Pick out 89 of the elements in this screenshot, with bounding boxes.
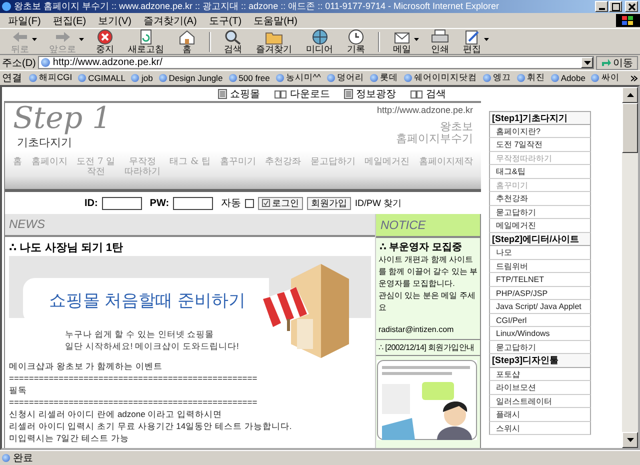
- sidebar-item[interactable]: PHP/ASP/JSP: [489, 286, 591, 300]
- menu-item[interactable]: 즐겨찾기(A): [137, 14, 203, 28]
- links-label: 연결: [2, 72, 22, 85]
- sidebar-item[interactable]: 라이브모션: [489, 381, 591, 394]
- banner-text: 누구나 쉽게 할 수 있는 인터넷 쇼핑몰: [65, 328, 216, 340]
- sidebar-item[interactable]: 추천강좌: [489, 192, 591, 206]
- link-button[interactable]: Design Jungle: [154, 73, 225, 83]
- logo-subtitle: 기초다지기: [17, 136, 73, 150]
- sidebar-item[interactable]: Java Script/ Java Applet: [489, 300, 591, 314]
- site-url: http://www.adzone.pe.kr: [376, 105, 473, 115]
- menu-item[interactable]: 편집(E): [46, 14, 92, 28]
- link-button[interactable]: 쉐어이미지닷컴: [400, 72, 479, 84]
- shop-banner[interactable]: 쇼핑몰 처음할때 준비하기 누구나 쉽게 할 수 있는 인터넷 쇼핑몰 일단 시작하세요! 메이크샵이 도와드립니다!: [9, 256, 372, 356]
- sidebar-item[interactable]: 나모: [489, 246, 591, 260]
- top-nav-link[interactable]: 정보광장: [344, 87, 396, 101]
- toolbar-button[interactable]: 중지: [93, 29, 117, 54]
- banner-text: 일단 시작하세요! 메이크샵이 도와드립니다!: [65, 340, 239, 352]
- toolbar-button[interactable]: 기록: [344, 29, 368, 54]
- email-address: radistar@intizen.com: [377, 324, 455, 336]
- link-button[interactable]: 롯데: [366, 72, 400, 84]
- sidebar-item[interactable]: 드림위버: [489, 260, 591, 273]
- link-button[interactable]: 농시미^^: [272, 72, 323, 84]
- address-label: 주소(D): [2, 56, 36, 70]
- id-label: ID:: [84, 198, 98, 208]
- notice-title[interactable]: ∴ 부운영자 모집중: [376, 238, 480, 254]
- news-title[interactable]: ∴ 나도 사장님 되기 1탄: [5, 236, 376, 256]
- auto-login-label: 자동: [221, 197, 242, 210]
- address-field[interactable]: http://www.adzone.pe.kr/: [38, 56, 594, 69]
- go-button[interactable]: 이동: [596, 56, 638, 70]
- top-nav-link[interactable]: 쇼핑몰: [218, 87, 260, 101]
- notice-text: 관심이 있는 분은 메일 주세요: [377, 290, 476, 314]
- find-id-link[interactable]: ID/PW 찾기: [355, 196, 402, 210]
- link-button[interactable]: 싸이: [587, 72, 622, 84]
- news-text: ==================================================: [9, 372, 258, 384]
- link-button[interactable]: Adobe: [546, 73, 588, 83]
- menu-item[interactable]: 도움말(H): [248, 14, 304, 28]
- news-text: 신청시 리셀러 아이디 란에 adzone 이라고 입력하시면: [9, 408, 224, 420]
- sidebar-item[interactable]: Linux/Windows: [489, 327, 591, 340]
- toolbar-button[interactable]: 편집: [460, 29, 490, 54]
- banner-headline: 쇼핑몰 처음할때 준비하기: [49, 290, 246, 312]
- news-text: ==================================================: [9, 396, 258, 408]
- sidebar-heading: [Step1]기초다지기: [489, 111, 591, 124]
- sidebar-item[interactable]: CGI/Perl: [489, 314, 591, 327]
- sidebar-item[interactable]: 스위시: [489, 422, 591, 435]
- menu-item[interactable]: 도구(T): [202, 14, 248, 28]
- link-button[interactable]: job: [127, 73, 155, 83]
- sidebar-item[interactable]: 도전 7일작전: [489, 138, 591, 152]
- sidebar-item[interactable]: 묻고답하기: [489, 206, 591, 219]
- link-button[interactable]: 500 free: [224, 73, 272, 83]
- site-title: 왕초보: [440, 121, 473, 133]
- top-nav-link[interactable]: 다운로드: [274, 87, 330, 101]
- notice-heading: NOTICE: [380, 218, 426, 232]
- news-text: 미입력시는 7일간 테스트 가능: [9, 432, 130, 444]
- news-text: 필독: [9, 384, 28, 396]
- login-button[interactable]: 로그인: [258, 196, 304, 210]
- menu-item[interactable]: 파일(F): [2, 14, 47, 28]
- sidebar-item[interactable]: 홈페이지란?: [489, 124, 591, 138]
- sidebar-heading: [Step2]에디터/사이트: [489, 232, 591, 246]
- news-text: 리셀러 아이디 입력시 초기 무료 사용기간 14일동안 테스트 가능합니다.: [9, 420, 293, 432]
- status-text: 완료: [13, 452, 33, 465]
- toolbar-button[interactable]: 즐겨찾기: [253, 29, 295, 54]
- sidebar-item[interactable]: 일러스트레이터: [489, 394, 591, 408]
- link-button[interactable]: CGIMALL: [74, 73, 128, 83]
- toolbar-button[interactable]: 메일: [390, 29, 420, 54]
- toolbar-button[interactable]: 홈: [175, 29, 199, 54]
- menu-item[interactable]: 보기(V): [92, 14, 138, 28]
- notice-text: 사이트 개편과 함께 사이트를 함께 이끌어 갈수 있는 부운영자를 모집합니다.: [377, 254, 479, 290]
- link-button[interactable]: 해피CGI: [25, 72, 74, 84]
- toolbar-button[interactable]: 새로고침: [125, 29, 167, 54]
- sidebar-item[interactable]: 포토샵: [489, 368, 591, 381]
- news-text: 메이크샵과 왕초보 가 함께하는 이벤트: [9, 360, 164, 372]
- news-heading: NEWS: [9, 217, 45, 232]
- sidebar-item[interactable]: 플래시: [489, 408, 591, 422]
- toolbar-button[interactable]: 미디어: [303, 29, 336, 54]
- site-title: 홈페이지부수기: [396, 133, 473, 145]
- link-button[interactable]: 엥끄: [478, 72, 513, 84]
- notice-link[interactable]: ∴ [2002/12/14] 회원가입안내: [376, 339, 480, 356]
- window-title: 왕초보 홈페이지 부수기 :: www.adzone.pe.kr :: 광고지대 :: adzone :: 애드존 :: 011-9177-9714 - Microsoft Internet Explorer: [14, 0, 500, 13]
- top-nav-link[interactable]: 검색: [410, 87, 446, 101]
- login-button[interactable]: 회원가입: [307, 196, 352, 210]
- link-button[interactable]: 덩어리: [322, 72, 366, 84]
- pw-label: PW:: [150, 198, 170, 208]
- sidebar-heading: [Step3]디자인툴: [489, 354, 591, 368]
- toolbar-button[interactable]: 검색: [221, 29, 245, 54]
- sidebar-item[interactable]: FTP/TELNET: [489, 273, 591, 286]
- link-button[interactable]: 휘진: [512, 72, 547, 84]
- step-logo: Step 1: [13, 103, 112, 135]
- sidebar-item[interactable]: 태그&팁: [489, 165, 591, 178]
- toolbar-button[interactable]: 인쇄: [428, 29, 452, 54]
